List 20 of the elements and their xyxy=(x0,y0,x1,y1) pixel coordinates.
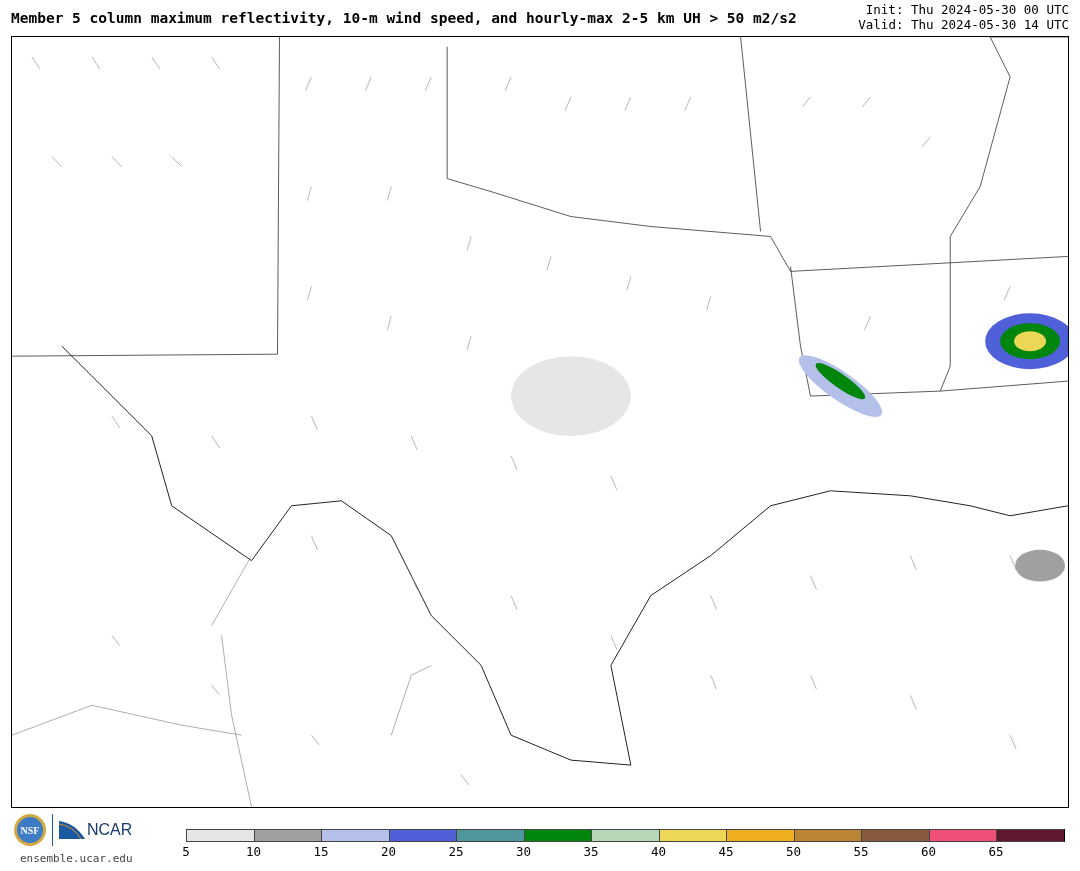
valid-time: Valid: Thu 2024-05-30 14 UTC xyxy=(858,17,1069,32)
ncar-logo-text: NCAR xyxy=(87,821,133,839)
site-url: ensemble.ucar.edu xyxy=(20,852,134,865)
tick-label: 30 xyxy=(515,844,532,859)
tick-label: 45 xyxy=(718,844,734,859)
tick-label: 10 xyxy=(245,844,262,859)
tick-label: 5 xyxy=(182,844,190,859)
tick-label: 15 xyxy=(313,844,329,859)
tick-label: 35 xyxy=(583,844,599,859)
tick-label: 55 xyxy=(853,844,869,859)
swoosh-icon xyxy=(59,821,85,839)
tick-label: 60 xyxy=(920,844,937,859)
chart-title: Member 5 column maximum reflectivity, 10-m wind speed, and hourly-max 2-5 km UH > 50 m2/s2 xyxy=(11,10,797,26)
nsf-logo: NSF xyxy=(14,814,46,846)
tick-label: 25 xyxy=(448,844,464,859)
tick-label: 40 xyxy=(650,844,667,859)
tick-label: 50 xyxy=(785,844,802,859)
init-time: Init: Thu 2024-05-30 00 UTC xyxy=(865,2,1069,17)
tick-label: 65 xyxy=(988,844,1004,859)
tick-label: 20 xyxy=(380,844,397,859)
